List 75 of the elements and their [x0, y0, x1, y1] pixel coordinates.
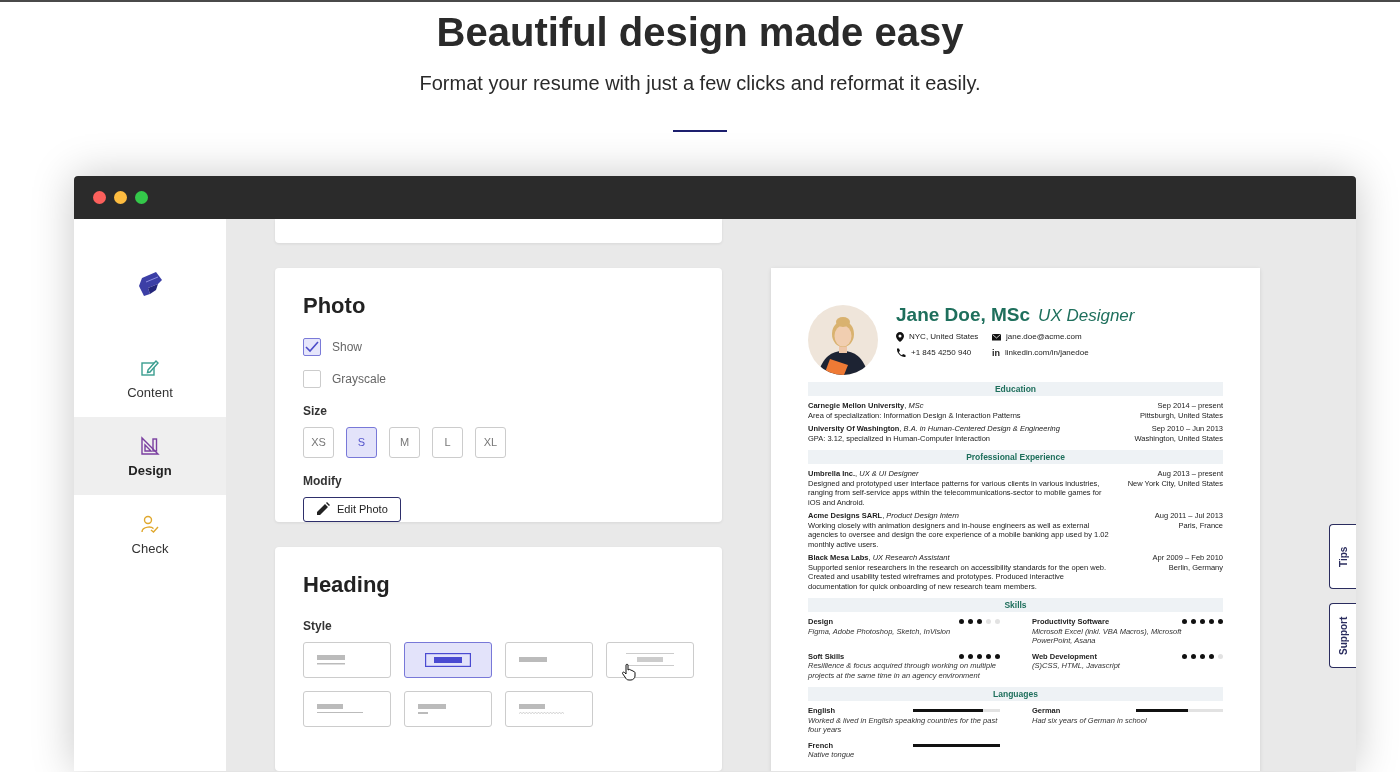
rating-dot [1200, 619, 1205, 625]
rating-dot [959, 653, 964, 659]
heading-style-option[interactable] [404, 641, 492, 678]
envelope-icon [992, 333, 1001, 341]
pencil-square-icon [140, 358, 160, 378]
heading-preview-icon [317, 654, 345, 665]
field-label: Style [303, 618, 333, 633]
heading-preview-icon [425, 652, 471, 667]
side-tab[interactable]: Support [1329, 603, 1356, 668]
contact-text: jane.doe@acme.com [1006, 332, 1082, 342]
pencil-icon [316, 502, 330, 517]
checkbox-label: Show [332, 339, 363, 354]
rating-dot [1191, 619, 1196, 625]
sidebar-item-label: Design [128, 463, 172, 478]
edit-photo-button[interactable]: Edit Photo [303, 496, 401, 522]
checkbox[interactable] [303, 369, 321, 388]
rating-dot [1218, 619, 1223, 625]
rating-dot [1209, 653, 1214, 659]
rating-dot [1209, 619, 1214, 625]
page-title: Beautiful design made easy [436, 10, 964, 54]
rating-dot [986, 619, 991, 625]
size-option[interactable]: L [432, 426, 463, 458]
side-tab[interactable]: Tips [1329, 524, 1356, 589]
sidebar-item[interactable]: Check [74, 495, 226, 573]
sidebar-item-label: Check [131, 541, 169, 556]
field-label: Size [303, 403, 328, 418]
heading-preview-icon [519, 657, 547, 663]
rating-dot [977, 653, 982, 659]
sidebar-item-label: Content [127, 385, 173, 400]
checkbox[interactable] [303, 337, 321, 356]
heading-preview-icon [317, 704, 363, 714]
page-subtitle: Format your resume with just a few clicks and reformat it easily. [419, 71, 981, 95]
card-title: Photo [303, 291, 367, 320]
rating-dot [977, 619, 982, 625]
hand-cursor-icon [621, 662, 636, 681]
close-button[interactable] [93, 191, 106, 204]
size-option[interactable]: XS [303, 426, 334, 458]
size-option[interactable]: XL [475, 426, 506, 458]
rating-dot [959, 619, 964, 625]
rating-dot [1182, 619, 1187, 625]
resume-name: Jane Doe, MSc [896, 304, 1031, 326]
contact-text: +1 845 4250 940 [911, 348, 972, 358]
location-pin-icon [896, 332, 904, 342]
rating-dot [1182, 653, 1187, 659]
card-title: Heading [303, 570, 391, 599]
rating-dot [1200, 653, 1205, 659]
rating-dot [968, 653, 973, 659]
rating-dot [1191, 653, 1196, 659]
linkedin-icon: in [992, 348, 1000, 358]
section-heading: Skills [808, 598, 1223, 612]
section-heading: Professional Experience [808, 450, 1223, 464]
contact-text: NYC, United States [909, 332, 979, 342]
phone-icon [896, 348, 906, 358]
rating-dot [995, 653, 1000, 659]
heading-preview-icon [626, 653, 674, 667]
checkbox-label: Grayscale [332, 371, 387, 386]
rating-dot [968, 619, 973, 625]
field-label: Modify [303, 473, 343, 488]
rating-dot [1218, 653, 1223, 659]
heading-preview-icon [418, 703, 446, 714]
maximize-button[interactable] [135, 191, 148, 204]
contact-text: linkedin.com/in/janedoe [1005, 348, 1089, 358]
ruler-pencil-icon [140, 436, 160, 456]
section-heading: Languages [808, 687, 1223, 701]
person-check-icon [140, 514, 160, 534]
size-option[interactable]: S [346, 426, 377, 458]
section-heading: Education [808, 382, 1223, 396]
minimize-button[interactable] [114, 191, 127, 204]
rating-dot [995, 619, 1000, 625]
rating-dot [986, 653, 991, 659]
sidebar-item[interactable]: Content [74, 339, 226, 417]
heading-preview-icon [519, 703, 565, 714]
sidebar-item[interactable]: Design [74, 417, 226, 495]
size-option[interactable]: M [389, 426, 420, 458]
logo-icon [136, 270, 164, 298]
